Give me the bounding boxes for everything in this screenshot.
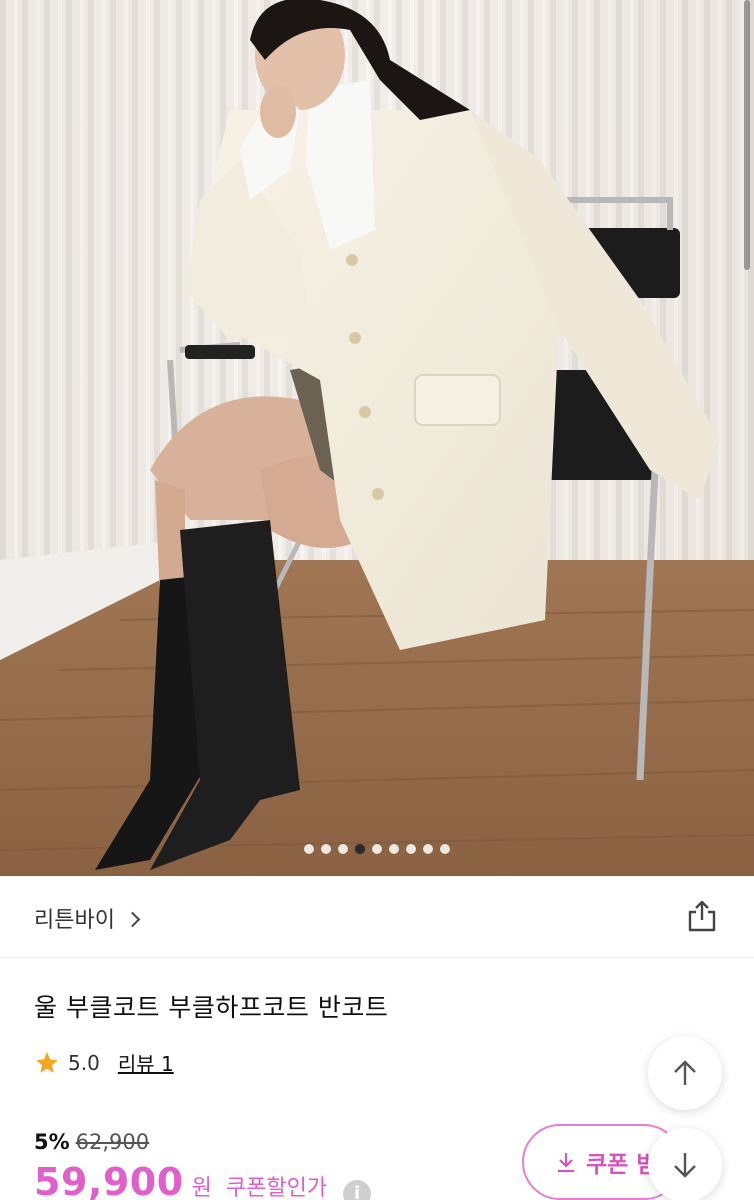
product-image[interactable] <box>0 0 754 876</box>
discount-rate: 5% <box>34 1130 70 1154</box>
price-main: 59,900 원 쿠폰할인가 i <box>34 1160 372 1200</box>
scroll-top-button[interactable] <box>648 1036 722 1110</box>
carousel-dot[interactable] <box>355 844 365 854</box>
chevron-right-icon <box>124 911 141 927</box>
rating-row: 5.0 리뷰 1 <box>34 1048 174 1077</box>
scrollbar-thumb[interactable] <box>744 0 750 270</box>
download-icon <box>558 1153 574 1173</box>
info-icon[interactable]: i <box>343 1179 372 1200</box>
review-link[interactable]: 리뷰 1 <box>118 1048 174 1077</box>
carousel-dot[interactable] <box>440 844 450 854</box>
scroll-bottom-button[interactable] <box>648 1128 722 1200</box>
store-name: 리튼바이 <box>34 908 115 933</box>
coupon-button-label: 쿠폰 받 <box>586 1152 658 1178</box>
carousel-dot[interactable] <box>389 844 399 854</box>
store-row: 리튼바이 <box>0 876 754 958</box>
currency-label: 원 <box>191 1176 212 1200</box>
carousel-indicator <box>0 844 754 854</box>
carousel-dot[interactable] <box>321 844 331 854</box>
product-photo <box>0 0 754 876</box>
sale-price: 59,900 <box>34 1160 184 1200</box>
carousel-dot[interactable] <box>338 844 348 854</box>
carousel-dot[interactable] <box>406 844 416 854</box>
price-top: 5% 62,900 <box>34 1130 149 1154</box>
original-price: 62,900 <box>75 1130 150 1154</box>
rating-value: 5.0 <box>68 1050 100 1075</box>
arrow-up-icon <box>674 1060 696 1085</box>
arrow-down-icon <box>674 1153 696 1178</box>
carousel-dot[interactable] <box>372 844 382 854</box>
product-title: 울 부클코트 부클하프코트 반코트 <box>34 993 389 1022</box>
carousel-dot[interactable] <box>304 844 314 854</box>
store-link[interactable]: 리튼바이 <box>34 902 141 934</box>
coupon-price-label: 쿠폰할인가 <box>225 1176 328 1200</box>
star-icon <box>36 1051 58 1073</box>
carousel-dot[interactable] <box>423 844 433 854</box>
share-icon[interactable] <box>684 898 720 934</box>
